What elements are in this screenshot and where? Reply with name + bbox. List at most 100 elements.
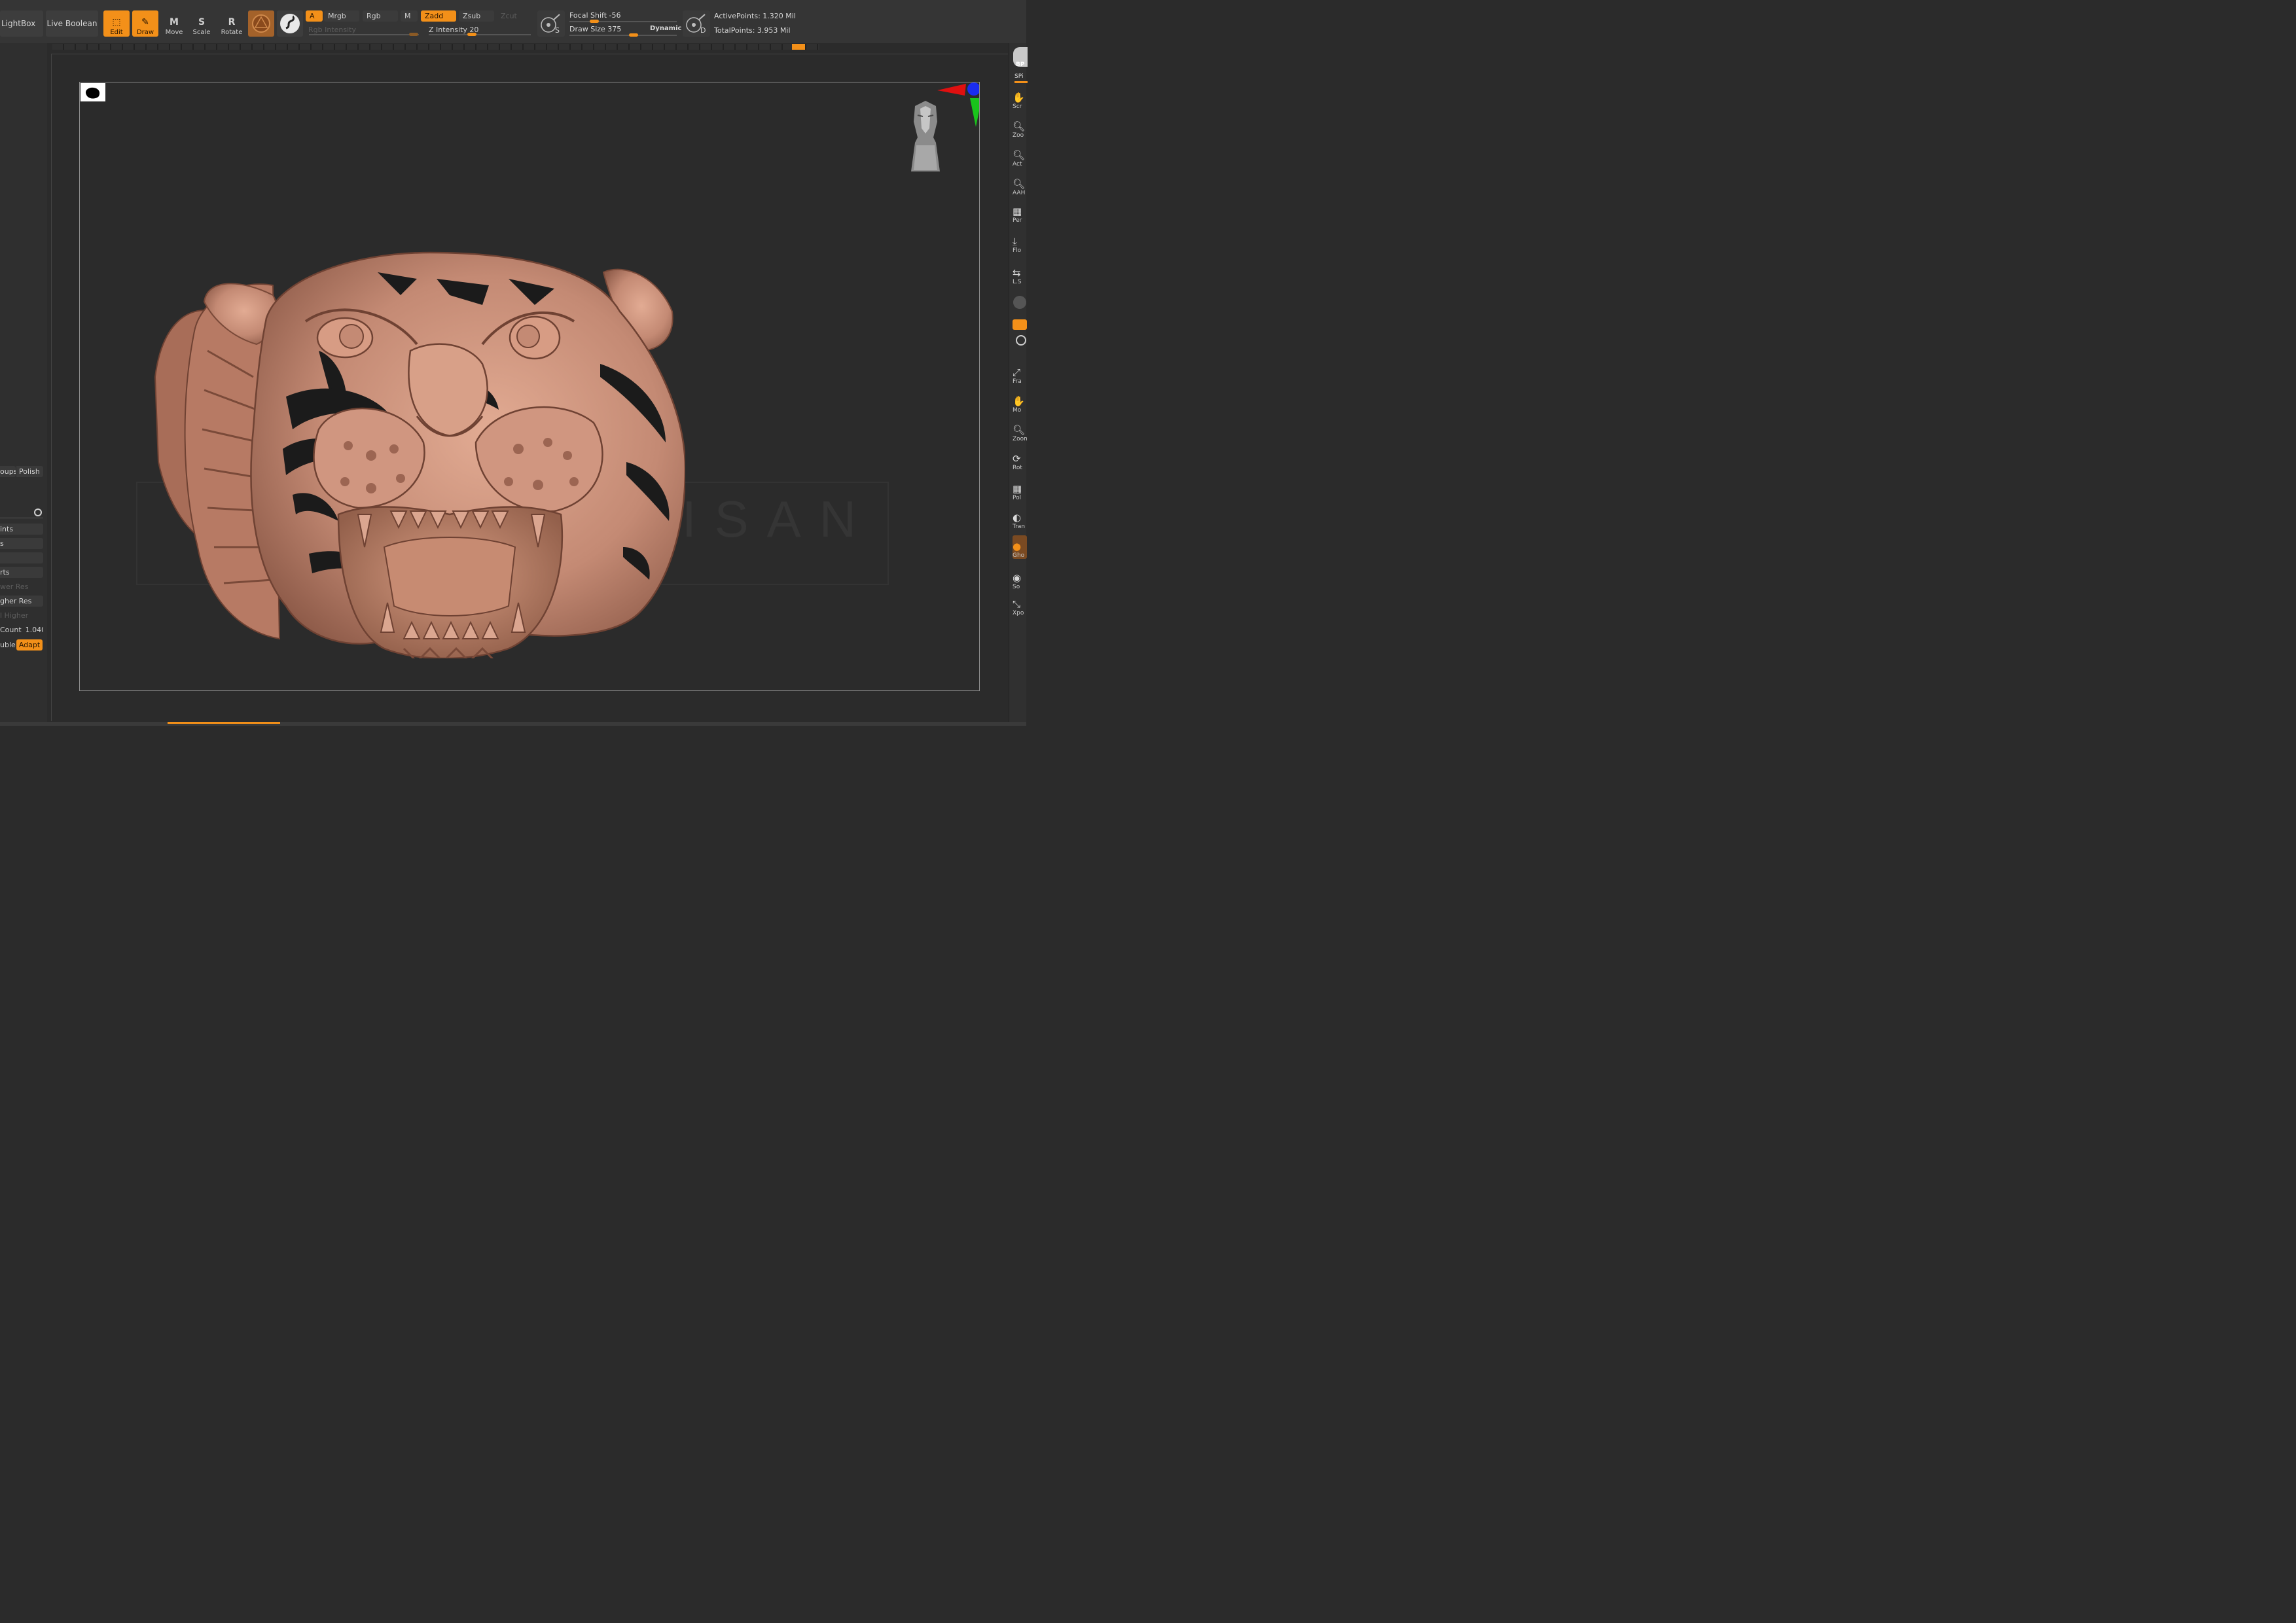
frame-icon: ⤢ bbox=[1013, 366, 1021, 378]
draw-size-slider[interactable]: Draw Size 375 bbox=[569, 25, 621, 33]
zadd-button[interactable]: Zadd bbox=[421, 10, 456, 22]
frame-button[interactable]: ⤢ Fra bbox=[1013, 361, 1027, 385]
left-tool-panel: oups Polish ints s rts wer Res gher Res … bbox=[0, 43, 47, 726]
material-swatch-button[interactable] bbox=[248, 10, 274, 37]
rgb-button[interactable]: Rgb bbox=[363, 10, 398, 22]
points-button[interactable]: ints bbox=[0, 524, 43, 535]
floor-icon: ⤓ bbox=[1013, 236, 1017, 247]
focal-shift-slider[interactable]: Focal Shift -56 bbox=[569, 11, 620, 20]
rgb-intensity-track bbox=[309, 34, 419, 35]
move-view-button[interactable]: ✋ Mo bbox=[1013, 390, 1027, 414]
blank-row[interactable] bbox=[0, 552, 43, 563]
grid-icon: ▦ bbox=[1013, 483, 1022, 495]
local-sym-button[interactable]: ⇆ L.S bbox=[1013, 262, 1027, 285]
slider-dot-icon bbox=[34, 508, 42, 516]
scale-button[interactable]: S Scale bbox=[188, 10, 215, 37]
persp-button[interactable]: ▦ Per bbox=[1013, 200, 1027, 224]
hand-icon: ✋ bbox=[1013, 92, 1025, 103]
move-icon: M bbox=[170, 17, 179, 27]
magnifier-icon: 🔍︎ bbox=[1013, 120, 1026, 132]
draw-size-track bbox=[569, 35, 677, 36]
dynamic-toggle[interactable]: Dynamic bbox=[650, 25, 681, 32]
zsub-button[interactable]: Zsub bbox=[459, 10, 494, 22]
draw-button[interactable]: ✎ Draw bbox=[132, 10, 158, 37]
draw-size-knob[interactable] bbox=[629, 33, 638, 37]
all-higher-button[interactable]: l Higher bbox=[0, 610, 43, 621]
expand-icon: ⤡ bbox=[1013, 598, 1021, 610]
gyro-icon[interactable] bbox=[1013, 296, 1026, 309]
a-mode-button[interactable]: A bbox=[306, 10, 323, 22]
xpose-button[interactable]: ⤡ Xpo bbox=[1013, 593, 1027, 616]
stroke-icon bbox=[280, 14, 300, 33]
scale-icon: S bbox=[198, 17, 206, 27]
total-points-readout: TotalPoints: 3.953 Mil bbox=[714, 26, 791, 35]
groups-button[interactable]: oups bbox=[0, 466, 16, 477]
adapt-toggle[interactable]: Adapt bbox=[16, 639, 43, 651]
m-button[interactable]: M bbox=[401, 10, 418, 22]
z-intensity-track bbox=[429, 34, 531, 35]
rgb-intensity-knob[interactable] bbox=[409, 33, 418, 36]
viewport-canvas[interactable]: MAISAN bbox=[79, 82, 980, 691]
polish-button[interactable]: Polish bbox=[16, 466, 43, 477]
lazy-mouse-button[interactable]: S bbox=[537, 10, 565, 37]
arrows-icon: ⇆ bbox=[1013, 267, 1021, 279]
spix-knob[interactable] bbox=[1014, 81, 1028, 83]
zoom-view-button[interactable]: 🔍︎ Zoom bbox=[1013, 419, 1027, 442]
x-axis-arrow[interactable] bbox=[937, 84, 966, 96]
floor-button[interactable]: ⤓ Flo bbox=[1013, 230, 1027, 254]
polish-slider[interactable] bbox=[0, 507, 43, 518]
brush-target-icon: D bbox=[686, 14, 706, 35]
y-axis-arrow[interactable] bbox=[970, 98, 979, 127]
stroke-button[interactable] bbox=[277, 10, 303, 37]
lower-res-button[interactable]: wer Res bbox=[0, 581, 43, 592]
rotate-icon: R bbox=[228, 17, 236, 27]
rotate-view-button[interactable]: ⟳ Rot bbox=[1013, 448, 1027, 471]
higher-res-button[interactable]: gher Res bbox=[0, 596, 43, 607]
xyz-toggle[interactable] bbox=[1013, 319, 1027, 330]
parts-button[interactable]: rts bbox=[0, 567, 43, 578]
mrgb-button[interactable]: Mrgb bbox=[324, 10, 359, 22]
grid-icon: ▦ bbox=[1013, 205, 1022, 217]
rotate-button[interactable]: R Rotate bbox=[219, 10, 245, 37]
double-button[interactable]: uble bbox=[0, 639, 16, 651]
zcut-button[interactable]: Zcut bbox=[497, 10, 532, 22]
magnifier-icon: 🔍︎ bbox=[1013, 178, 1026, 190]
polyf-button[interactable]: ▦ Pol bbox=[1013, 478, 1027, 501]
spix-slider[interactable]: SPi bbox=[1014, 73, 1023, 80]
svg-text:D: D bbox=[700, 26, 706, 35]
z-intensity-knob[interactable] bbox=[467, 33, 476, 36]
count-slider[interactable]: Count 1.0402 bbox=[0, 624, 43, 635]
top-toolbar: LightBox Live Boolean ⬚ Edit ✎ Draw M Mo… bbox=[0, 0, 1026, 43]
rotate-icon: ⟳ bbox=[1013, 453, 1021, 465]
axis-gizmo[interactable] bbox=[935, 82, 979, 128]
tiger-ring-model[interactable] bbox=[142, 181, 685, 658]
magnifier-icon: 🔍︎ bbox=[1013, 424, 1026, 436]
dynamic-brush-button[interactable]: D bbox=[683, 10, 710, 37]
ghost-button[interactable]: ● Gho bbox=[1013, 535, 1027, 559]
move-button[interactable]: M Move bbox=[161, 10, 187, 37]
bottom-bar bbox=[0, 722, 1026, 726]
material-sphere-icon bbox=[252, 14, 270, 33]
aahalf-button[interactable]: 🔍︎ AAH bbox=[1013, 173, 1027, 196]
solo-button[interactable]: ◉ So bbox=[1013, 567, 1027, 590]
brush-target-icon: S bbox=[541, 14, 560, 35]
bpr-button[interactable]: BP bbox=[1016, 62, 1024, 68]
live-boolean-button[interactable]: Live Boolean bbox=[46, 10, 98, 37]
rotate-axis-icon[interactable] bbox=[1016, 335, 1026, 346]
transparency-icon: ◐ bbox=[1013, 512, 1022, 524]
timeline-marker[interactable] bbox=[792, 44, 805, 50]
svg-text:S: S bbox=[555, 26, 560, 35]
zoom-button[interactable]: 🔍︎ Zoo bbox=[1013, 115, 1027, 139]
model-thumbnail[interactable] bbox=[81, 83, 105, 101]
focal-shift-track bbox=[569, 21, 677, 22]
s-button[interactable]: s bbox=[0, 538, 43, 549]
solo-icon: ◉ bbox=[1013, 572, 1022, 584]
lightbox-button[interactable]: LightBox bbox=[0, 10, 43, 37]
edit-button[interactable]: ⬚ Edit bbox=[103, 10, 130, 37]
actual-button[interactable]: 🔍︎ Act bbox=[1013, 144, 1027, 168]
scroll-button[interactable]: ✋ Scr bbox=[1013, 86, 1027, 110]
timeline-strip[interactable] bbox=[52, 44, 819, 50]
focal-shift-knob[interactable] bbox=[590, 20, 599, 23]
z-axis-dot[interactable] bbox=[967, 82, 979, 96]
transp-button[interactable]: ◐ Tran bbox=[1013, 507, 1027, 530]
